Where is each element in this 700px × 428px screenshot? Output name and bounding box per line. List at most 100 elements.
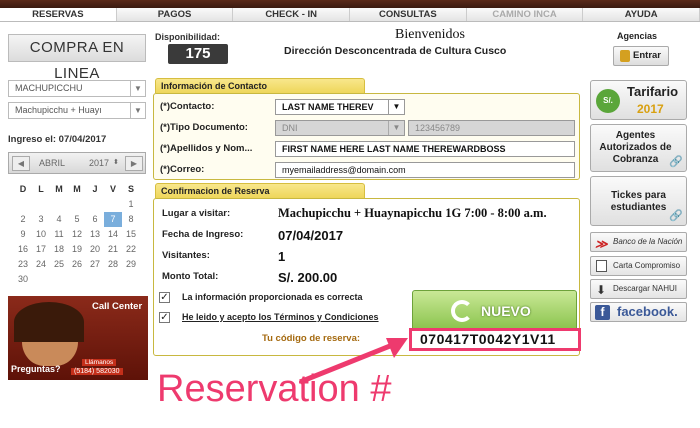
terms-link[interactable]: He leido y acepto los Términos y Condici…	[182, 312, 379, 322]
soles-icon: S/.	[596, 89, 620, 113]
tab-ayuda[interactable]: AYUDA	[583, 8, 700, 21]
calendar-day[interactable]: 30	[14, 272, 32, 287]
calendar-day[interactable]: 18	[50, 242, 68, 257]
calendar-day[interactable]: 21	[104, 242, 122, 257]
correo-label: (*)Correo:	[160, 164, 205, 175]
calendar-day[interactable]: 29	[122, 257, 140, 272]
prev-month-icon[interactable]: ◀	[12, 156, 30, 171]
apellidos-field[interactable]: FIRST NAME HERE LAST NAME THEREWARDBOSS	[275, 141, 575, 157]
contacto-select[interactable]: LAST NAME THEREV ▼	[275, 99, 405, 115]
tab-reservas[interactable]: RESERVAS	[0, 8, 117, 21]
entrar-button[interactable]: Entrar	[613, 46, 669, 66]
compra-en-linea-title: COMPRA EN LINEA	[8, 34, 146, 82]
calendar-day[interactable]: 14	[104, 227, 122, 242]
calendar-day[interactable]: 12	[68, 227, 86, 242]
document-number-field: 123456789	[408, 120, 575, 136]
descargar-nahui-button[interactable]: ⬇ Descargar NAHUI	[590, 279, 687, 299]
call-center-banner[interactable]: Call Center Preguntas? Llámanos (5184) 5…	[8, 296, 148, 380]
calendar-day[interactable]: 22	[122, 242, 140, 257]
calendar-month[interactable]: ABRIL	[39, 158, 65, 168]
calendar-day[interactable]: 5	[68, 212, 86, 227]
calendar-day[interactable]: 15	[122, 227, 140, 242]
calendar-day[interactable]: 28	[104, 257, 122, 272]
calendar-day[interactable]: 17	[32, 242, 50, 257]
next-month-icon[interactable]: ▶	[125, 156, 143, 171]
visitantes-value: 1	[278, 249, 286, 264]
calendar-day[interactable]: 4	[50, 212, 68, 227]
calendar-day[interactable]: 13	[86, 227, 104, 242]
calendar-empty-cell	[32, 272, 50, 287]
calendar-day[interactable]: 23	[14, 257, 32, 272]
year-stepper-icon[interactable]: ⬍	[113, 158, 119, 166]
calendar-empty-cell	[122, 272, 140, 287]
agencias-label: Agencias	[617, 31, 658, 41]
tab-check-in[interactable]: CHECK - IN	[233, 8, 351, 21]
weekday: L	[38, 184, 44, 194]
fecha-ingreso-value: 07/04/2017	[278, 228, 344, 243]
calendar-empty-cell	[68, 272, 86, 287]
calendar-day[interactable]: 3	[32, 212, 50, 227]
banco-nacion-button[interactable]: ≫ Banco de la Nación	[590, 232, 687, 252]
tab-camino-inca[interactable]: CAMINO INCA	[466, 8, 584, 21]
tab-pagos[interactable]: PAGOS	[116, 8, 234, 21]
calendar-day[interactable]: 26	[68, 257, 86, 272]
tarifario-button[interactable]: S/. Tarifario 2017	[590, 80, 687, 120]
confirmacion-section-header: Confirmacion de Reserva	[155, 183, 365, 198]
calendar-day[interactable]: 24	[32, 257, 50, 272]
calendar-week: 1	[14, 197, 142, 212]
agentes-button[interactable]: Agentes Autorizados de Cobranza 🔗	[590, 124, 687, 172]
correo-field[interactable]: myemailaddress@domain.com	[275, 162, 575, 178]
calendar-day[interactable]: 9	[14, 227, 32, 242]
lugar-value: Machupicchu + Huaynapicchu 1G 7:00 - 8:0…	[278, 206, 547, 220]
calendar-year[interactable]: 2017	[89, 158, 109, 168]
calendar-day[interactable]: 27	[86, 257, 104, 272]
terms-checkbox[interactable]: ✓	[159, 312, 170, 323]
calendar-day[interactable]: 20	[86, 242, 104, 257]
carta-compromiso-button[interactable]: Carta Compromiso	[590, 256, 687, 276]
calendar-day[interactable]: 8	[122, 212, 140, 227]
calendar-day[interactable]: 2	[14, 212, 32, 227]
visitantes-label: Visitantes:	[162, 250, 210, 261]
facebook-icon: f	[595, 305, 610, 320]
calendar-day[interactable]: 16	[14, 242, 32, 257]
calendar-nav: ◀ ABRIL 2017 ⬍ ▶	[8, 152, 146, 174]
nuevo-button-label: NUEVO	[481, 303, 531, 319]
tipo-documento-label: (*)Tipo Documento:	[160, 122, 248, 133]
chevron-down-icon: ▼	[388, 121, 404, 135]
chevron-down-icon: ▼	[130, 81, 145, 96]
calendar-day[interactable]: 7	[104, 212, 122, 227]
tarifario-year: 2017	[637, 102, 664, 116]
calendar-grid: D L M M J V S 1 2 3 4 5 6 7 8 9 10 11 12 13 14 15 16 17 1…	[14, 182, 142, 287]
calendar-empty-cell	[32, 197, 50, 212]
calendar-day[interactable]: 25	[50, 257, 68, 272]
calendar-empty-cell	[68, 197, 86, 212]
calendar-empty-cell	[14, 197, 32, 212]
download-icon: ⬇	[596, 283, 607, 297]
calendar-empty-cell	[104, 272, 122, 287]
tab-consultas[interactable]: CONSULTAS	[350, 8, 467, 21]
chevron-down-icon: ▼	[388, 100, 404, 114]
info-correct-label: La información proporcionada es correcta	[182, 292, 363, 302]
info-correct-checkbox[interactable]: ✓	[159, 292, 170, 303]
calendar-day[interactable]: 6	[86, 212, 104, 227]
llamanos-label: Llámanos	[82, 359, 117, 366]
facebook-button[interactable]: f facebook.	[590, 302, 687, 322]
reservation-annotation: Reservation #	[157, 368, 392, 410]
route-select[interactable]: Machupicchu + Huayı ▼	[8, 102, 146, 119]
preguntas-label: Preguntas?	[11, 364, 61, 374]
tipo-documento-value: DNI	[282, 123, 298, 133]
tickes-button[interactable]: Tickes para estudiantes 🔗	[590, 176, 687, 226]
calendar-day[interactable]: 1	[122, 197, 140, 212]
apellidos-label: (*)Apellidos y Nom...	[160, 143, 253, 154]
link-icon: 🔗	[669, 210, 683, 222]
calendar-day[interactable]: 11	[50, 227, 68, 242]
place-select[interactable]: MACHUPICCHU ▼	[8, 80, 146, 97]
calendar-week: 23 24 25 26 27 28 29	[14, 257, 142, 272]
refresh-icon	[451, 300, 473, 322]
weekday: M	[55, 184, 63, 194]
nuevo-button[interactable]: NUEVO	[412, 290, 577, 332]
calendar-day[interactable]: 19	[68, 242, 86, 257]
chevron-down-icon: ▼	[130, 103, 145, 118]
calendar-day[interactable]: 10	[32, 227, 50, 242]
descargar-label: Descargar NAHUI	[613, 284, 678, 293]
